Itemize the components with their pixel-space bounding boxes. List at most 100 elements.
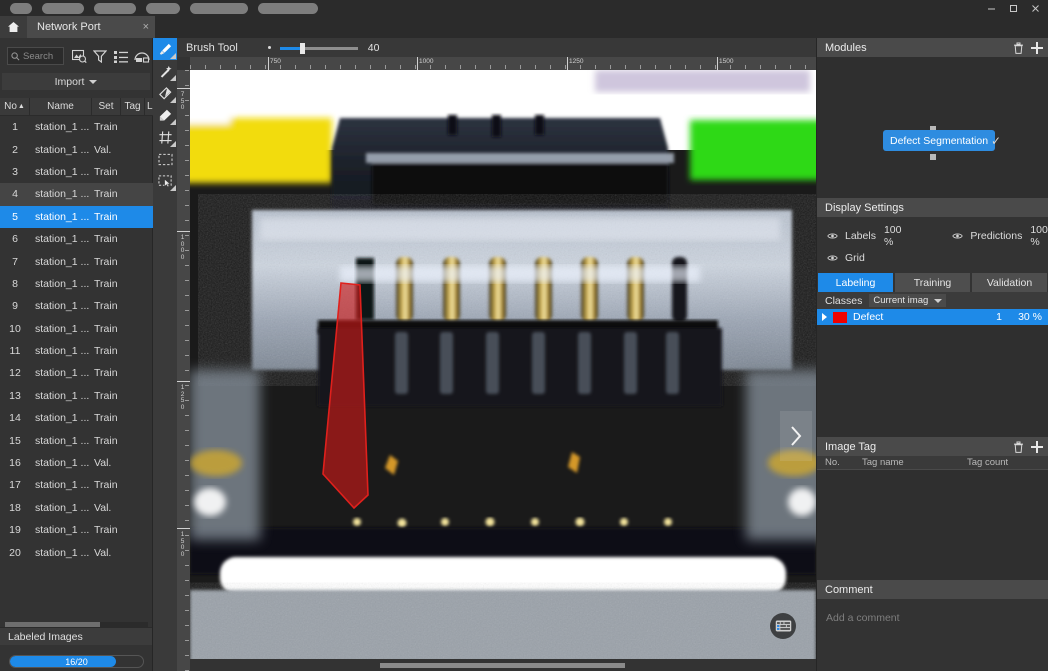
eye-icon[interactable] — [827, 254, 838, 262]
menu-item-3[interactable] — [94, 2, 136, 14]
module-node-label: Defect Segmentation — [890, 134, 989, 147]
tab-labeling[interactable]: Labeling — [818, 273, 893, 292]
display-row-labels: Labels 100 % Predictions 100 % — [817, 224, 1048, 248]
modules-canvas[interactable]: Defect Segmentation ✓ — [817, 57, 1048, 198]
keyboard-icon[interactable] — [770, 613, 796, 639]
window-controls — [980, 0, 1046, 16]
table-row[interactable]: 12 station_1 ... Train — [0, 362, 153, 384]
menu-item-6[interactable] — [258, 2, 318, 14]
ruler-v-label: 750 — [180, 91, 185, 111]
minimize-icon[interactable] — [980, 0, 1002, 16]
filter-icon[interactable] — [92, 48, 108, 64]
module-node-defect-segmentation[interactable]: Defect Segmentation — [883, 130, 996, 151]
module-handle-bottom[interactable] — [930, 154, 936, 160]
cell-name: station_1 ... — [35, 121, 90, 134]
menu-item-5[interactable] — [190, 2, 248, 14]
column-header-name[interactable]: Name — [30, 98, 92, 115]
column-header-set[interactable]: Set — [92, 98, 121, 115]
menu-item-1[interactable] — [10, 2, 32, 14]
import-button[interactable]: Import — [2, 73, 150, 90]
column-header-no[interactable]: No ▲ — [0, 98, 30, 115]
expand-arrow-icon[interactable] — [822, 313, 827, 321]
maximize-icon[interactable] — [1002, 0, 1024, 16]
column-header-l[interactable]: L — [145, 98, 153, 115]
comment-input[interactable]: Add a comment — [817, 599, 1048, 669]
image-canvas[interactable] — [190, 70, 816, 659]
table-row[interactable]: 20 station_1 ... Val. — [0, 541, 153, 563]
brush-size-slider-handle[interactable] — [299, 42, 305, 54]
magic-wand-tool-icon[interactable] — [153, 60, 177, 82]
ruler-h-label: 750 — [270, 58, 281, 65]
cell-set: Train — [94, 479, 118, 492]
image-tag-table-body[interactable] — [817, 470, 1048, 580]
menu-item-2[interactable] — [42, 2, 84, 14]
close-icon[interactable] — [1024, 0, 1046, 16]
cell-set: Train — [94, 233, 118, 246]
table-row[interactable]: 18 station_1 ... Val. — [0, 497, 153, 519]
trash-icon[interactable] — [1013, 42, 1024, 54]
list-view-icon[interactable] — [113, 48, 129, 64]
cell-name: station_1 ... — [35, 367, 90, 380]
table-row[interactable]: 6 station_1 ... Train — [0, 228, 153, 250]
table-row[interactable]: 4 station_1 ... Train — [0, 183, 153, 206]
cell-name: station_1 ... — [35, 165, 90, 178]
home-tab[interactable] — [0, 16, 27, 38]
canvas-horizontal-scrollbar[interactable] — [190, 659, 816, 671]
table-row[interactable]: 16 station_1 ... Val. — [0, 452, 153, 474]
table-row[interactable]: 8 station_1 ... Train — [0, 273, 153, 295]
display-settings-title: Display Settings — [825, 201, 904, 214]
table-row[interactable]: 19 station_1 ... Train — [0, 519, 153, 541]
classes-scope-dropdown[interactable]: Current imag — [869, 294, 947, 307]
tab-network-port[interactable]: Network Port × — [27, 16, 155, 38]
tab-training[interactable]: Training — [895, 273, 970, 292]
cell-no: 16 — [9, 457, 21, 470]
search-input[interactable]: Search — [7, 47, 64, 65]
table-row[interactable]: 14 station_1 ... Train — [0, 407, 153, 429]
cell-set: Val. — [94, 546, 112, 559]
tab-validation[interactable]: Validation — [972, 273, 1047, 292]
plus-icon[interactable] — [1030, 41, 1044, 55]
class-row-defect[interactable]: Defect 1 30 % — [817, 309, 1048, 325]
import-label: Import — [54, 75, 85, 88]
brush-tool-icon[interactable] — [153, 38, 177, 60]
plus-icon[interactable] — [1030, 440, 1044, 454]
cell-name: station_1 ... — [35, 188, 90, 201]
next-image-button[interactable] — [780, 411, 812, 461]
cell-name: station_1 ... — [35, 233, 90, 246]
tab-label: Network Port — [37, 21, 101, 33]
eye-icon[interactable] — [952, 232, 964, 240]
predictions-opacity-value[interactable]: 100 % — [1030, 224, 1048, 248]
classes-scope-value: Current imag — [873, 295, 929, 306]
cell-set: Train — [94, 210, 118, 223]
table-row[interactable]: 10 station_1 ... Train — [0, 318, 153, 340]
table-row[interactable]: 17 station_1 ... Train — [0, 474, 153, 496]
table-row[interactable]: 11 station_1 ... Train — [0, 340, 153, 362]
class-color-swatch[interactable] — [833, 311, 847, 323]
grid-tool-icon[interactable] — [153, 126, 177, 148]
menu-item-4[interactable] — [146, 2, 180, 14]
table-row[interactable]: 13 station_1 ... Train — [0, 385, 153, 407]
column-header-tag[interactable]: Tag — [121, 98, 145, 115]
table-row[interactable]: 5 station_1 ... Train — [0, 205, 153, 228]
cell-no: 11 — [9, 345, 21, 358]
class-list-empty-area[interactable] — [817, 325, 1048, 437]
image-search-icon[interactable] — [71, 48, 87, 64]
table-row[interactable]: 2 station_1 ... Val. — [0, 138, 153, 160]
shape-select-icon[interactable] — [134, 48, 150, 64]
eraser-tool-icon[interactable] — [153, 104, 177, 126]
cell-set: Train — [94, 389, 118, 402]
trash-icon[interactable] — [1013, 441, 1024, 453]
move-selection-tool-icon[interactable] — [153, 170, 177, 192]
table-row[interactable]: 1 station_1 ... Train — [0, 116, 153, 138]
cell-no: 18 — [9, 501, 21, 514]
table-row[interactable]: 9 station_1 ... Train — [0, 295, 153, 317]
eye-icon[interactable] — [827, 232, 838, 240]
close-icon[interactable]: × — [131, 21, 149, 33]
brush-size-slider[interactable] — [279, 41, 358, 55]
labels-opacity-value[interactable]: 100 % — [884, 224, 910, 248]
table-row[interactable]: 3 station_1 ... Train — [0, 161, 153, 183]
polygon-fill-tool-icon[interactable] — [153, 82, 177, 104]
table-row[interactable]: 7 station_1 ... Train — [0, 250, 153, 272]
rect-marquee-tool-icon[interactable] — [153, 148, 177, 170]
table-row[interactable]: 15 station_1 ... Train — [0, 429, 153, 451]
